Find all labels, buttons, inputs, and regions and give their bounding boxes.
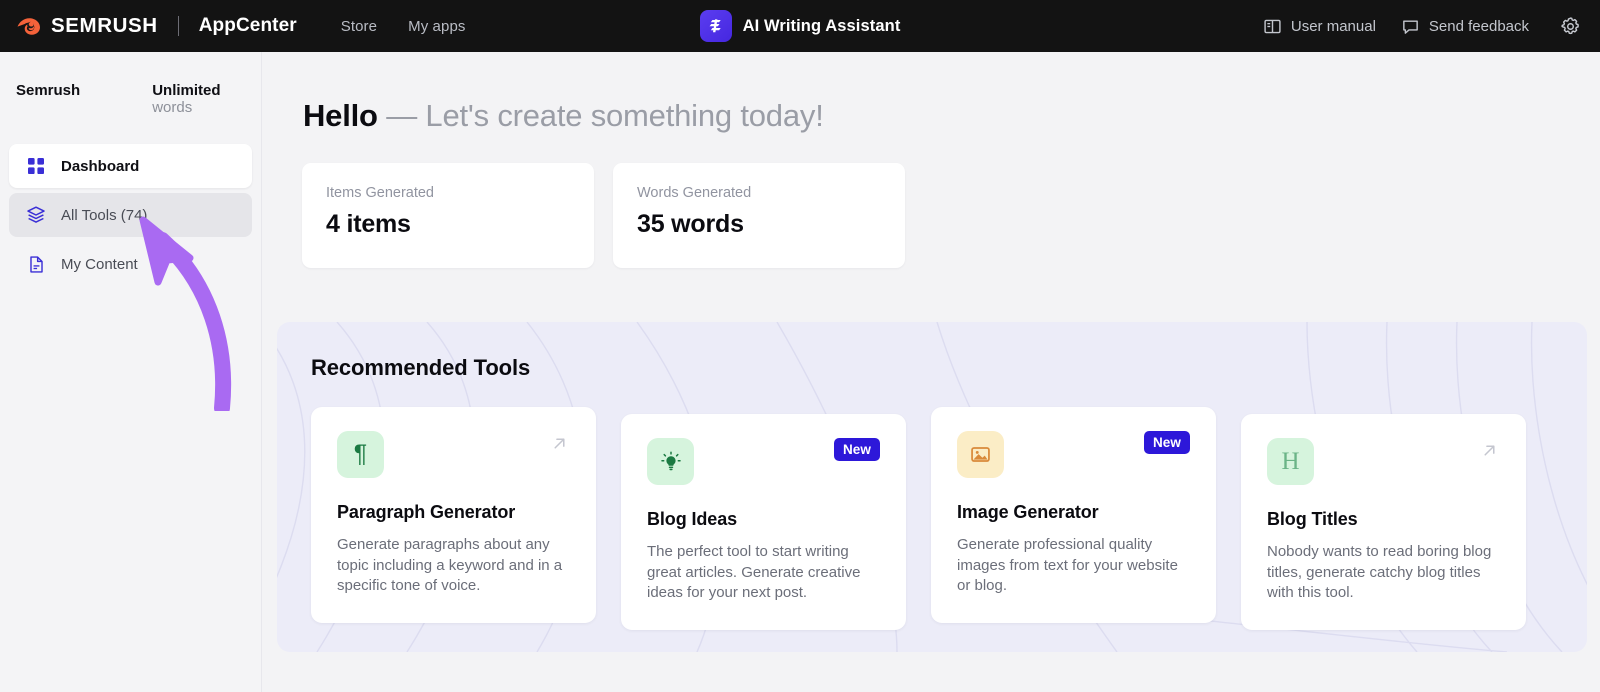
page-title: Hello — Let's create something today! (303, 98, 1600, 134)
sidebar-item-dashboard[interactable]: Dashboard (9, 144, 252, 188)
tool-card-header: H (1267, 438, 1500, 485)
user-manual-button[interactable]: User manual (1263, 17, 1376, 36)
tool-card-image-generator[interactable]: New Image Generator Generate professiona… (931, 407, 1216, 623)
recommended-tools-panel: Recommended Tools ¶ Paragraph Generator … (277, 322, 1587, 652)
sidebar-item-all-tools-label: All Tools (74) (61, 206, 148, 224)
greeting-rest: — Let's create something today! (377, 98, 824, 133)
tool-card-description: Nobody wants to read boring blog titles,… (1267, 543, 1492, 601)
app-title: AI Writing Assistant (742, 16, 901, 35)
stat-card-words-generated: Words Generated 35 words (613, 163, 905, 268)
sidebar-item-all-tools[interactable]: All Tools (74) (9, 193, 252, 237)
stats-row: Items Generated 4 items Words Generated … (302, 163, 1600, 268)
recommended-tools-title: Recommended Tools (311, 355, 531, 380)
stat-card-items-generated: Items Generated 4 items (302, 163, 594, 268)
image-icon (957, 431, 1004, 478)
sidebar-quota-value: Unlimited (152, 82, 221, 99)
sidebar-account-row: Semrush Unlimited words (0, 52, 261, 116)
tool-cards-row: ¶ Paragraph Generator Generate paragraph… (311, 407, 1587, 630)
tool-card-paragraph-generator[interactable]: ¶ Paragraph Generator Generate paragraph… (311, 407, 596, 623)
tool-card-title: Blog Ideas (647, 509, 738, 529)
tool-card-title: Paragraph Generator (337, 502, 516, 522)
nav-item-store[interactable]: Store (341, 18, 377, 35)
stat-value: 35 words (637, 210, 744, 238)
brand-block[interactable]: SEMRUSH AppCenter (16, 13, 297, 39)
tool-card-description: The perfect tool to start writing great … (647, 543, 861, 601)
top-bar-actions: User manual Send feedback (1263, 0, 1587, 52)
book-icon (1264, 19, 1281, 33)
tool-card-header: New (957, 431, 1190, 478)
send-feedback-button[interactable]: Send feedback (1401, 17, 1529, 36)
main-content: Hello — Let's create something today! It… (263, 52, 1600, 692)
stat-label: Items Generated (326, 185, 434, 201)
sidebar-quota: Unlimited words (152, 82, 243, 116)
nav-item-my-apps[interactable]: My apps (408, 18, 465, 35)
sidebar-account-name: Semrush (16, 82, 81, 99)
tool-card-description: Generate professional quality images fro… (957, 536, 1178, 594)
arrow-up-right-icon[interactable] (550, 431, 570, 458)
sidebar-nav: Dashboard All Tools (74) My Content (0, 144, 261, 286)
stat-label: Words Generated (637, 185, 752, 201)
tool-card-header: New (647, 438, 880, 485)
layers-icon (25, 204, 47, 226)
tool-card-title: Image Generator (957, 502, 1099, 522)
product-name: AppCenter (198, 15, 297, 36)
pilcrow-glyph: ¶ (353, 440, 368, 468)
grid-icon (25, 155, 47, 177)
arrow-up-right-icon[interactable] (1480, 438, 1500, 465)
speech-bubble-icon (1403, 19, 1418, 34)
sidebar-quota-unit: words (152, 99, 193, 116)
brand-name: SEMRUSH (51, 14, 158, 37)
gear-icon (1561, 16, 1579, 34)
semrush-comet-logo-icon (17, 18, 40, 35)
greeting-bold: Hello (303, 98, 378, 133)
top-bar: SEMRUSH AppCenter Store My apps AI Writi… (0, 0, 1600, 52)
lightbulb-icon (647, 438, 694, 485)
sidebar-item-dashboard-label: Dashboard (61, 157, 140, 175)
send-feedback-label: Send feedback (1428, 17, 1529, 35)
status-badge-new: New (1143, 431, 1190, 454)
brand-divider (177, 16, 179, 36)
heading-h-glyph: H (1281, 448, 1300, 475)
top-nav: Store My apps (341, 18, 466, 35)
stat-value: 4 items (326, 210, 411, 238)
settings-button[interactable] (1554, 16, 1587, 37)
tool-card-header: ¶ (337, 431, 570, 478)
document-icon (25, 253, 47, 275)
heading-h-icon: H (1267, 438, 1314, 485)
pilcrow-icon: ¶ (337, 431, 384, 478)
sidebar-item-my-content-label: My Content (61, 255, 138, 273)
status-badge-new: New (833, 438, 880, 461)
semrush-app-logo-icon (699, 10, 732, 42)
tool-card-blog-ideas[interactable]: New Blog Ideas The perfect tool to start… (621, 414, 906, 630)
tool-card-blog-titles[interactable]: H Blog Titles Nobody wants to read borin… (1241, 414, 1526, 630)
tool-card-title: Blog Titles (1267, 509, 1358, 529)
user-manual-label: User manual (1290, 17, 1376, 35)
sidebar-item-my-content[interactable]: My Content (9, 242, 252, 286)
sidebar: Semrush Unlimited words Dashboard All To… (0, 52, 262, 692)
tool-card-description: Generate paragraphs about any topic incl… (337, 536, 563, 594)
